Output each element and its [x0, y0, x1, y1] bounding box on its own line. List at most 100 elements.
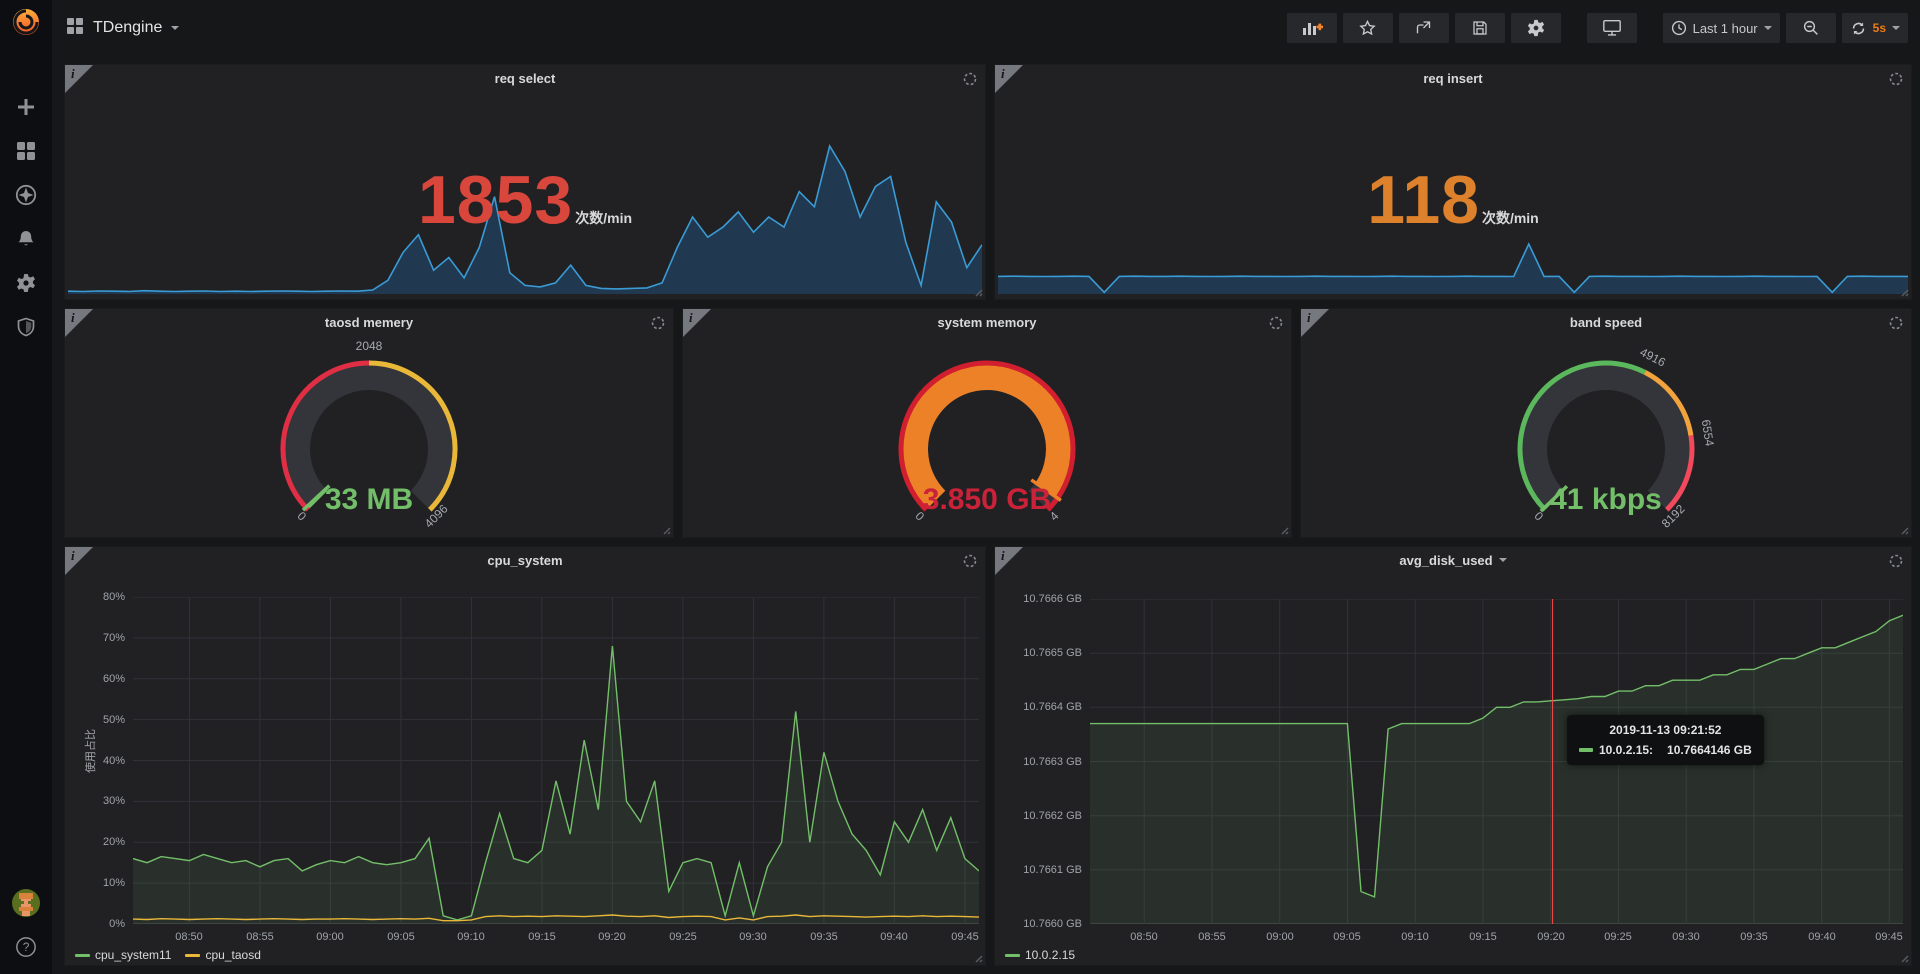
configuration-gear-icon[interactable] [15, 272, 37, 294]
time-range-caret [1764, 26, 1772, 30]
resize-handle[interactable] [1899, 953, 1909, 963]
loading-spinner-icon [1889, 554, 1903, 568]
panel-req-select: i req select 1853次数/min [64, 64, 986, 300]
top-navbar: TDengine Last 1 hour [52, 0, 1920, 56]
panel-avg-disk-used: i avg_disk_used 10.7660 GB10.7661 GB10.7… [994, 546, 1912, 966]
panel-title[interactable]: req select [65, 65, 985, 91]
admin-shield-icon[interactable] [15, 316, 37, 338]
resize-handle[interactable] [973, 287, 983, 297]
x-tick-label: 09:30 [739, 931, 767, 943]
legend-item[interactable]: cpu_system11 [75, 948, 171, 962]
x-tick-label: 09:15 [1469, 931, 1497, 943]
tooltip-timestamp: 2019-11-13 09:21:52 [1579, 723, 1752, 737]
panel-title[interactable]: taosd memery [65, 309, 673, 335]
loading-spinner-icon [651, 316, 665, 330]
add-panel-button[interactable] [1287, 13, 1337, 43]
dashboards-icon[interactable] [15, 140, 37, 162]
resize-handle[interactable] [1279, 525, 1289, 535]
y-tick-label: 70% [65, 632, 125, 644]
svg-text:0: 0 [1532, 509, 1547, 524]
grafana-logo[interactable] [10, 6, 42, 38]
share-dashboard-button[interactable] [1399, 13, 1449, 43]
y-tick-label: 10% [65, 877, 125, 889]
panel-title[interactable]: cpu_system [65, 547, 985, 573]
loading-spinner-icon [1889, 316, 1903, 330]
dashboard-title[interactable]: TDengine [93, 19, 162, 37]
y-axis-label: 使用占比 [82, 706, 98, 796]
time-range-label: Last 1 hour [1693, 21, 1758, 36]
svg-text:4916: 4916 [1638, 345, 1668, 370]
svg-text:0: 0 [295, 509, 310, 524]
time-range-picker[interactable]: Last 1 hour [1663, 13, 1780, 43]
x-tick-label: 09:20 [1537, 931, 1565, 943]
loading-spinner-icon [963, 72, 977, 86]
svg-text:2048: 2048 [356, 341, 383, 353]
legend: cpu_system11 cpu_taosd [75, 948, 261, 962]
y-tick-label: 10.7663 GB [995, 756, 1082, 768]
tooltip-series-dash [1579, 748, 1593, 752]
panel-band-speed: i band speed 049166554819241 kbps [1300, 308, 1912, 538]
panel-menu-caret[interactable] [1499, 558, 1507, 562]
x-tick-label: 08:55 [246, 931, 274, 943]
sparkline-chart [998, 242, 1908, 294]
x-tick-label: 09:40 [880, 931, 908, 943]
svg-text:41 kbps: 41 kbps [1550, 483, 1662, 516]
panel-title[interactable]: band speed [1301, 309, 1911, 335]
create-plus-icon[interactable] [15, 96, 37, 118]
x-tick-label: 08:55 [1198, 931, 1226, 943]
loading-spinner-icon [963, 554, 977, 568]
user-avatar[interactable] [11, 888, 41, 918]
y-tick-label: 20% [65, 836, 125, 848]
panel-req-insert: i req insert 118次数/min [994, 64, 1912, 300]
x-tick-label: 09:45 [951, 931, 979, 943]
svg-text:?: ? [23, 940, 30, 954]
x-tick-label: 09:35 [1740, 931, 1768, 943]
panel-title[interactable]: avg_disk_used [995, 547, 1911, 573]
legend: 10.0.2.15 [1005, 948, 1075, 962]
dashboard-settings-button[interactable] [1511, 13, 1561, 43]
x-tick-label: 09:25 [1604, 931, 1632, 943]
legend-item[interactable]: cpu_taosd [185, 948, 260, 962]
timeseries-chart [133, 597, 979, 924]
x-tick-label: 09:35 [810, 931, 838, 943]
save-dashboard-button[interactable] [1455, 13, 1505, 43]
y-tick-label: 10.7665 GB [995, 647, 1082, 659]
refresh-picker[interactable]: 5s [1842, 13, 1908, 43]
tv-kiosk-mode-button[interactable] [1587, 13, 1637, 43]
legend-item[interactable]: 10.0.2.15 [1005, 948, 1075, 962]
x-tick-label: 09:00 [1266, 931, 1294, 943]
x-tick-label: 08:50 [175, 931, 203, 943]
star-dashboard-button[interactable] [1343, 13, 1393, 43]
x-tick-label: 09:40 [1808, 931, 1836, 943]
svg-text:33 MB: 33 MB [325, 483, 413, 516]
zoom-out-button[interactable] [1786, 13, 1836, 43]
alerting-bell-icon[interactable] [15, 228, 37, 250]
explore-compass-icon[interactable] [15, 184, 37, 206]
y-tick-label: 10.7661 GB [995, 864, 1082, 876]
svg-text:3.850 GB: 3.850 GB [923, 483, 1051, 516]
panel-system-memory: i system memory 043.850 GB [682, 308, 1292, 538]
y-tick-label: 10.7660 GB [995, 918, 1082, 930]
resize-handle[interactable] [1899, 525, 1909, 535]
gauge-chart: 049166554819241 kbps [1481, 341, 1731, 537]
panel-cpu-system: i cpu_system 使用占比 0%10%20%30%40%50%60%70… [64, 546, 986, 966]
help-icon[interactable]: ? [15, 936, 37, 958]
refresh-caret [1892, 26, 1900, 30]
x-tick-label: 09:45 [1875, 931, 1903, 943]
y-tick-label: 10.7666 GB [995, 593, 1082, 605]
breadcrumb[interactable]: TDengine [66, 17, 179, 40]
panel-title[interactable]: req insert [995, 65, 1911, 91]
svg-text:6554: 6554 [1699, 419, 1717, 448]
resize-handle[interactable] [973, 953, 983, 963]
dashboard-grid-icon[interactable] [66, 17, 84, 40]
sidebar: ? [0, 0, 52, 974]
singlestat-value: 1853次数/min [65, 161, 985, 239]
dashboard-dropdown-caret[interactable] [171, 26, 179, 30]
loading-spinner-icon [1889, 72, 1903, 86]
x-tick-label: 09:15 [528, 931, 556, 943]
refresh-interval-label: 5s [1873, 21, 1886, 35]
resize-handle[interactable] [1899, 287, 1909, 297]
gauge-chart: 043.850 GB [862, 341, 1112, 537]
panel-title[interactable]: system memory [683, 309, 1291, 335]
resize-handle[interactable] [661, 525, 671, 535]
